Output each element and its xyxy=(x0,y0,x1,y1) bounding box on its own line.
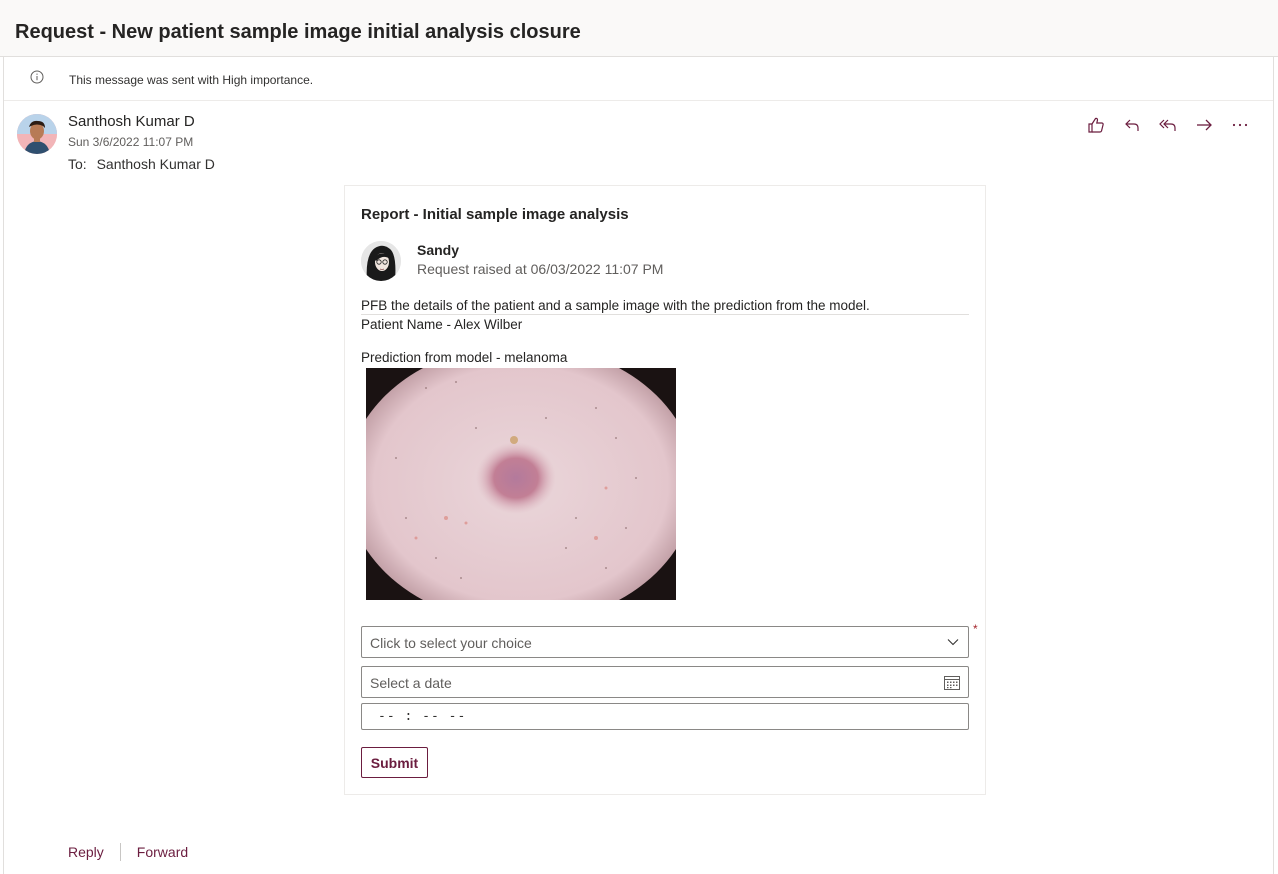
chevron-down-icon xyxy=(946,635,960,652)
like-button[interactable] xyxy=(1084,115,1108,139)
recipient-line: To: Santhosh Kumar D xyxy=(68,156,215,172)
divider xyxy=(361,314,969,315)
importance-banner: This message was sent with High importan… xyxy=(4,57,1273,101)
info-icon xyxy=(30,70,44,89)
more-icon xyxy=(1231,116,1249,139)
required-asterisk: * xyxy=(973,622,978,636)
card-title: Report - Initial sample image analysis xyxy=(361,206,629,223)
calendar-icon[interactable] xyxy=(944,675,960,693)
forward-arrow-icon xyxy=(1195,116,1213,139)
forward-link[interactable]: Forward xyxy=(137,844,188,860)
email-subject: Request - New patient sample image initi… xyxy=(15,21,581,43)
message-actions xyxy=(1084,115,1252,139)
sender-avatar[interactable] xyxy=(17,114,57,154)
time-input[interactable]: -- : -- -- xyxy=(361,703,969,730)
reply-button[interactable] xyxy=(1120,115,1144,139)
reply-icon xyxy=(1123,116,1141,139)
card-body-intro: PFB the details of the patient and a sam… xyxy=(361,298,870,313)
prediction-text: Prediction from model - melanoma xyxy=(361,350,568,365)
adaptive-card: Report - Initial sample image analysis S… xyxy=(344,185,986,795)
choice-select[interactable]: Click to select your choice xyxy=(361,626,969,658)
reply-link[interactable]: Reply xyxy=(68,844,104,860)
choice-placeholder: Click to select your choice xyxy=(370,635,532,651)
sender-name[interactable]: Santhosh Kumar D xyxy=(68,113,195,130)
sample-skin-image xyxy=(366,368,676,600)
footer-actions: Reply Forward xyxy=(68,843,188,861)
footer-divider xyxy=(119,843,121,861)
recipient-name[interactable]: Santhosh Kumar D xyxy=(97,156,215,172)
request-raised-text: Request raised at 06/03/2022 11:07 PM xyxy=(417,261,664,277)
patient-name-text: Patient Name - Alex Wilber xyxy=(361,317,523,332)
date-picker-input[interactable]: Select a date xyxy=(361,666,969,698)
subject-bar: Request - New patient sample image initi… xyxy=(0,0,1278,57)
requester-avatar xyxy=(361,241,401,281)
forward-button[interactable] xyxy=(1192,115,1216,139)
sent-date: Sun 3/6/2022 11:07 PM xyxy=(68,135,194,149)
thumbs-up-icon xyxy=(1087,116,1105,139)
date-placeholder: Select a date xyxy=(370,675,452,691)
message-pane: This message was sent with High importan… xyxy=(3,57,1274,874)
importance-message: This message was sent with High importan… xyxy=(69,73,314,87)
reply-all-button[interactable] xyxy=(1156,115,1180,139)
requester-name: Sandy xyxy=(417,242,460,258)
reply-all-icon xyxy=(1158,116,1178,139)
time-placeholder: -- : -- -- xyxy=(378,709,467,724)
more-actions-button[interactable] xyxy=(1228,115,1252,139)
to-label: To: xyxy=(68,156,87,172)
submit-button[interactable]: Submit xyxy=(361,747,428,778)
